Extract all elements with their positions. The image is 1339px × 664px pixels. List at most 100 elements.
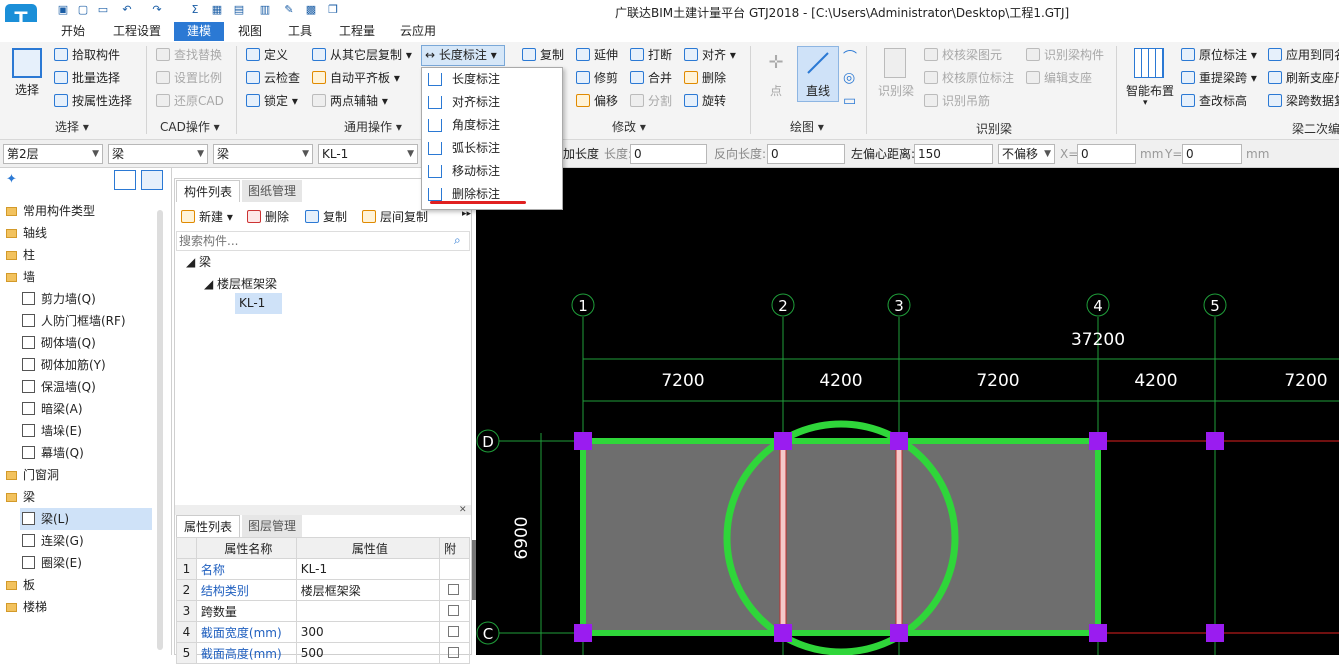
tree-folder[interactable]: 常用构件类型 (0, 200, 160, 222)
property-row[interactable]: 5 截面高度(mm) 500 (176, 642, 470, 664)
point-button[interactable]: 点 (770, 83, 782, 99)
new-file-icon[interactable]: ▢ (76, 3, 90, 17)
dropdown-item[interactable]: 长度标注 (422, 68, 562, 91)
smart-layout-button[interactable]: 智能布置 (1126, 83, 1174, 99)
dropdown-item[interactable]: 角度标注 (422, 114, 562, 137)
select-icon[interactable] (12, 48, 42, 78)
search-icon[interactable]: ⌕ (454, 233, 461, 248)
span-data-copy-button[interactable]: 梁跨数据复 (1268, 93, 1339, 109)
open-file-icon[interactable]: ▭ (96, 3, 110, 17)
recog-beam-button[interactable]: 识别梁 (878, 83, 914, 99)
respan-button[interactable]: 重提梁跨 ▾ (1181, 70, 1257, 86)
dropdown-item[interactable]: 对齐标注 (422, 91, 562, 114)
group-draw[interactable]: 绘图 ▾ (790, 118, 824, 135)
subtype-select[interactable]: 梁 ▼ (213, 144, 313, 164)
length-input[interactable]: 0 (630, 144, 707, 164)
view-icon[interactable]: ▤ (232, 3, 246, 17)
dropdown-item[interactable]: 移动标注 (422, 160, 562, 183)
property-checkbox-cell[interactable] (439, 621, 470, 643)
tree-item[interactable]: 砌体墙(Q) (0, 332, 160, 354)
tree-item[interactable]: 暗梁(A) (0, 398, 160, 420)
checkbox[interactable] (448, 647, 460, 658)
new-member-button[interactable]: 新建 ▾ (181, 209, 233, 225)
grid-icon[interactable]: ▩ (304, 3, 318, 17)
tree-folder[interactable]: 楼梯 (0, 596, 160, 618)
copy-member-button[interactable]: 复制 (305, 209, 347, 225)
tree-folder[interactable]: 柱 (0, 244, 160, 266)
cad-drawing[interactable]: 1 2 3 4 5 D C 37200 7200 4200 7200 4200 7200 6900 (476, 168, 1339, 655)
type-select[interactable]: 梁 ▼ (108, 144, 208, 164)
group-cad[interactable]: CAD操作 ▾ (160, 118, 220, 135)
panel-divider[interactable] (175, 505, 471, 515)
tree-folder[interactable]: 板 (0, 574, 160, 596)
extend-button[interactable]: 延伸 (576, 47, 618, 63)
checkbox[interactable] (448, 605, 460, 616)
offset-button[interactable]: 偏移 (576, 93, 618, 109)
restore-cad-button[interactable]: 还原CAD (156, 93, 224, 109)
report-icon[interactable]: ▥ (258, 3, 272, 17)
pick-member-button[interactable]: 拾取构件 (54, 47, 120, 63)
circle-icon[interactable]: ◎ (843, 70, 855, 86)
more-icon[interactable]: ▸▸ (462, 209, 471, 219)
rect-icon[interactable]: ▭ (843, 93, 856, 109)
select-by-attr-button[interactable]: 按属性选择 (54, 93, 132, 109)
check-elevation-button[interactable]: 查改标高 (1181, 93, 1247, 109)
floor-copy-button[interactable]: 层间复制 (362, 209, 428, 225)
tree-item[interactable]: 保温墙(Q) (0, 376, 160, 398)
refresh-support-button[interactable]: 刷新支座尺 (1268, 70, 1339, 86)
property-value[interactable]: 500 (295, 642, 441, 664)
tab-property-list[interactable]: 属性列表 (176, 515, 240, 537)
inplace-annotation-button[interactable]: 原位标注 ▾ (1181, 47, 1257, 63)
tab-view[interactable]: 视图 (230, 22, 270, 41)
pin-icon[interactable]: ✦ (6, 172, 17, 187)
y-input[interactable]: 0 (1182, 144, 1242, 164)
delete-member-button[interactable]: 删除 (247, 209, 289, 225)
dropdown-item[interactable]: 弧长标注 (422, 137, 562, 160)
property-value[interactable]: KL-1 (295, 558, 441, 580)
checkbox[interactable] (448, 584, 460, 595)
trim-button[interactable]: 修剪 (576, 70, 618, 86)
lock-button[interactable]: 锁定 ▾ (246, 93, 298, 109)
sum-icon[interactable]: Σ (188, 3, 202, 17)
tab-layer-mgmt[interactable]: 图层管理 (242, 515, 302, 537)
select-button[interactable]: 选择 (15, 82, 39, 98)
rotate-button[interactable]: 旋转 (684, 93, 726, 109)
property-checkbox-cell[interactable] (439, 558, 470, 580)
tab-project-settings[interactable]: 工程设置 (104, 22, 170, 41)
cloud-check-button[interactable]: 云检查 (246, 70, 300, 86)
property-value[interactable] (295, 600, 441, 622)
property-row[interactable]: 3 跨数量 (176, 600, 470, 622)
search-input[interactable] (176, 231, 470, 251)
tab-tools[interactable]: 工具 (280, 22, 320, 41)
checkbox[interactable] (448, 626, 460, 637)
list-view-icon[interactable] (114, 170, 136, 190)
find-replace-button[interactable]: 查找替换 (156, 47, 222, 63)
tab-start[interactable]: 开始 (52, 22, 94, 41)
property-row[interactable]: 4 截面宽度(mm) 300 (176, 621, 470, 643)
tab-drawing-mgmt[interactable]: 图纸管理 (242, 180, 302, 202)
tree-item[interactable]: 连梁(G) (0, 530, 160, 552)
tree-folder[interactable]: 墙 (0, 266, 160, 288)
group-select[interactable]: 选择 ▾ (55, 118, 89, 135)
delete-button[interactable]: 删除 (684, 70, 726, 86)
pen-icon[interactable]: ✎ (282, 3, 296, 17)
check-inplace-button[interactable]: 校核原位标注 (924, 70, 1014, 86)
close-icon[interactable]: ✕ (459, 505, 467, 515)
align-button[interactable]: 对齐 ▾ (684, 47, 736, 63)
break-button[interactable]: 打断 (630, 47, 672, 63)
property-checkbox-cell[interactable] (439, 579, 470, 601)
two-point-axis-button[interactable]: 两点辅轴 ▾ (312, 93, 388, 109)
tab-modeling[interactable]: 建模 (174, 22, 224, 41)
chevron-down-icon[interactable]: ▾ (1143, 98, 1148, 108)
tree-item[interactable]: 墙垛(E) (0, 420, 160, 442)
tree-item[interactable]: 圈梁(E) (0, 552, 160, 574)
length-dim-button[interactable]: ↔ 长度标注 ▾ (421, 45, 505, 66)
property-value[interactable]: 300 (295, 621, 441, 643)
copy-icon[interactable]: ❐ (326, 3, 340, 17)
define-button[interactable]: 定义 (246, 47, 288, 63)
property-row[interactable]: 2 结构类别 楼层框架梁 (176, 579, 470, 601)
property-value[interactable]: 楼层框架梁 (295, 579, 441, 601)
tree-folder[interactable]: 轴线 (0, 222, 160, 244)
redo-icon[interactable]: ↷ (150, 3, 164, 17)
table-icon[interactable]: ▦ (210, 3, 224, 17)
